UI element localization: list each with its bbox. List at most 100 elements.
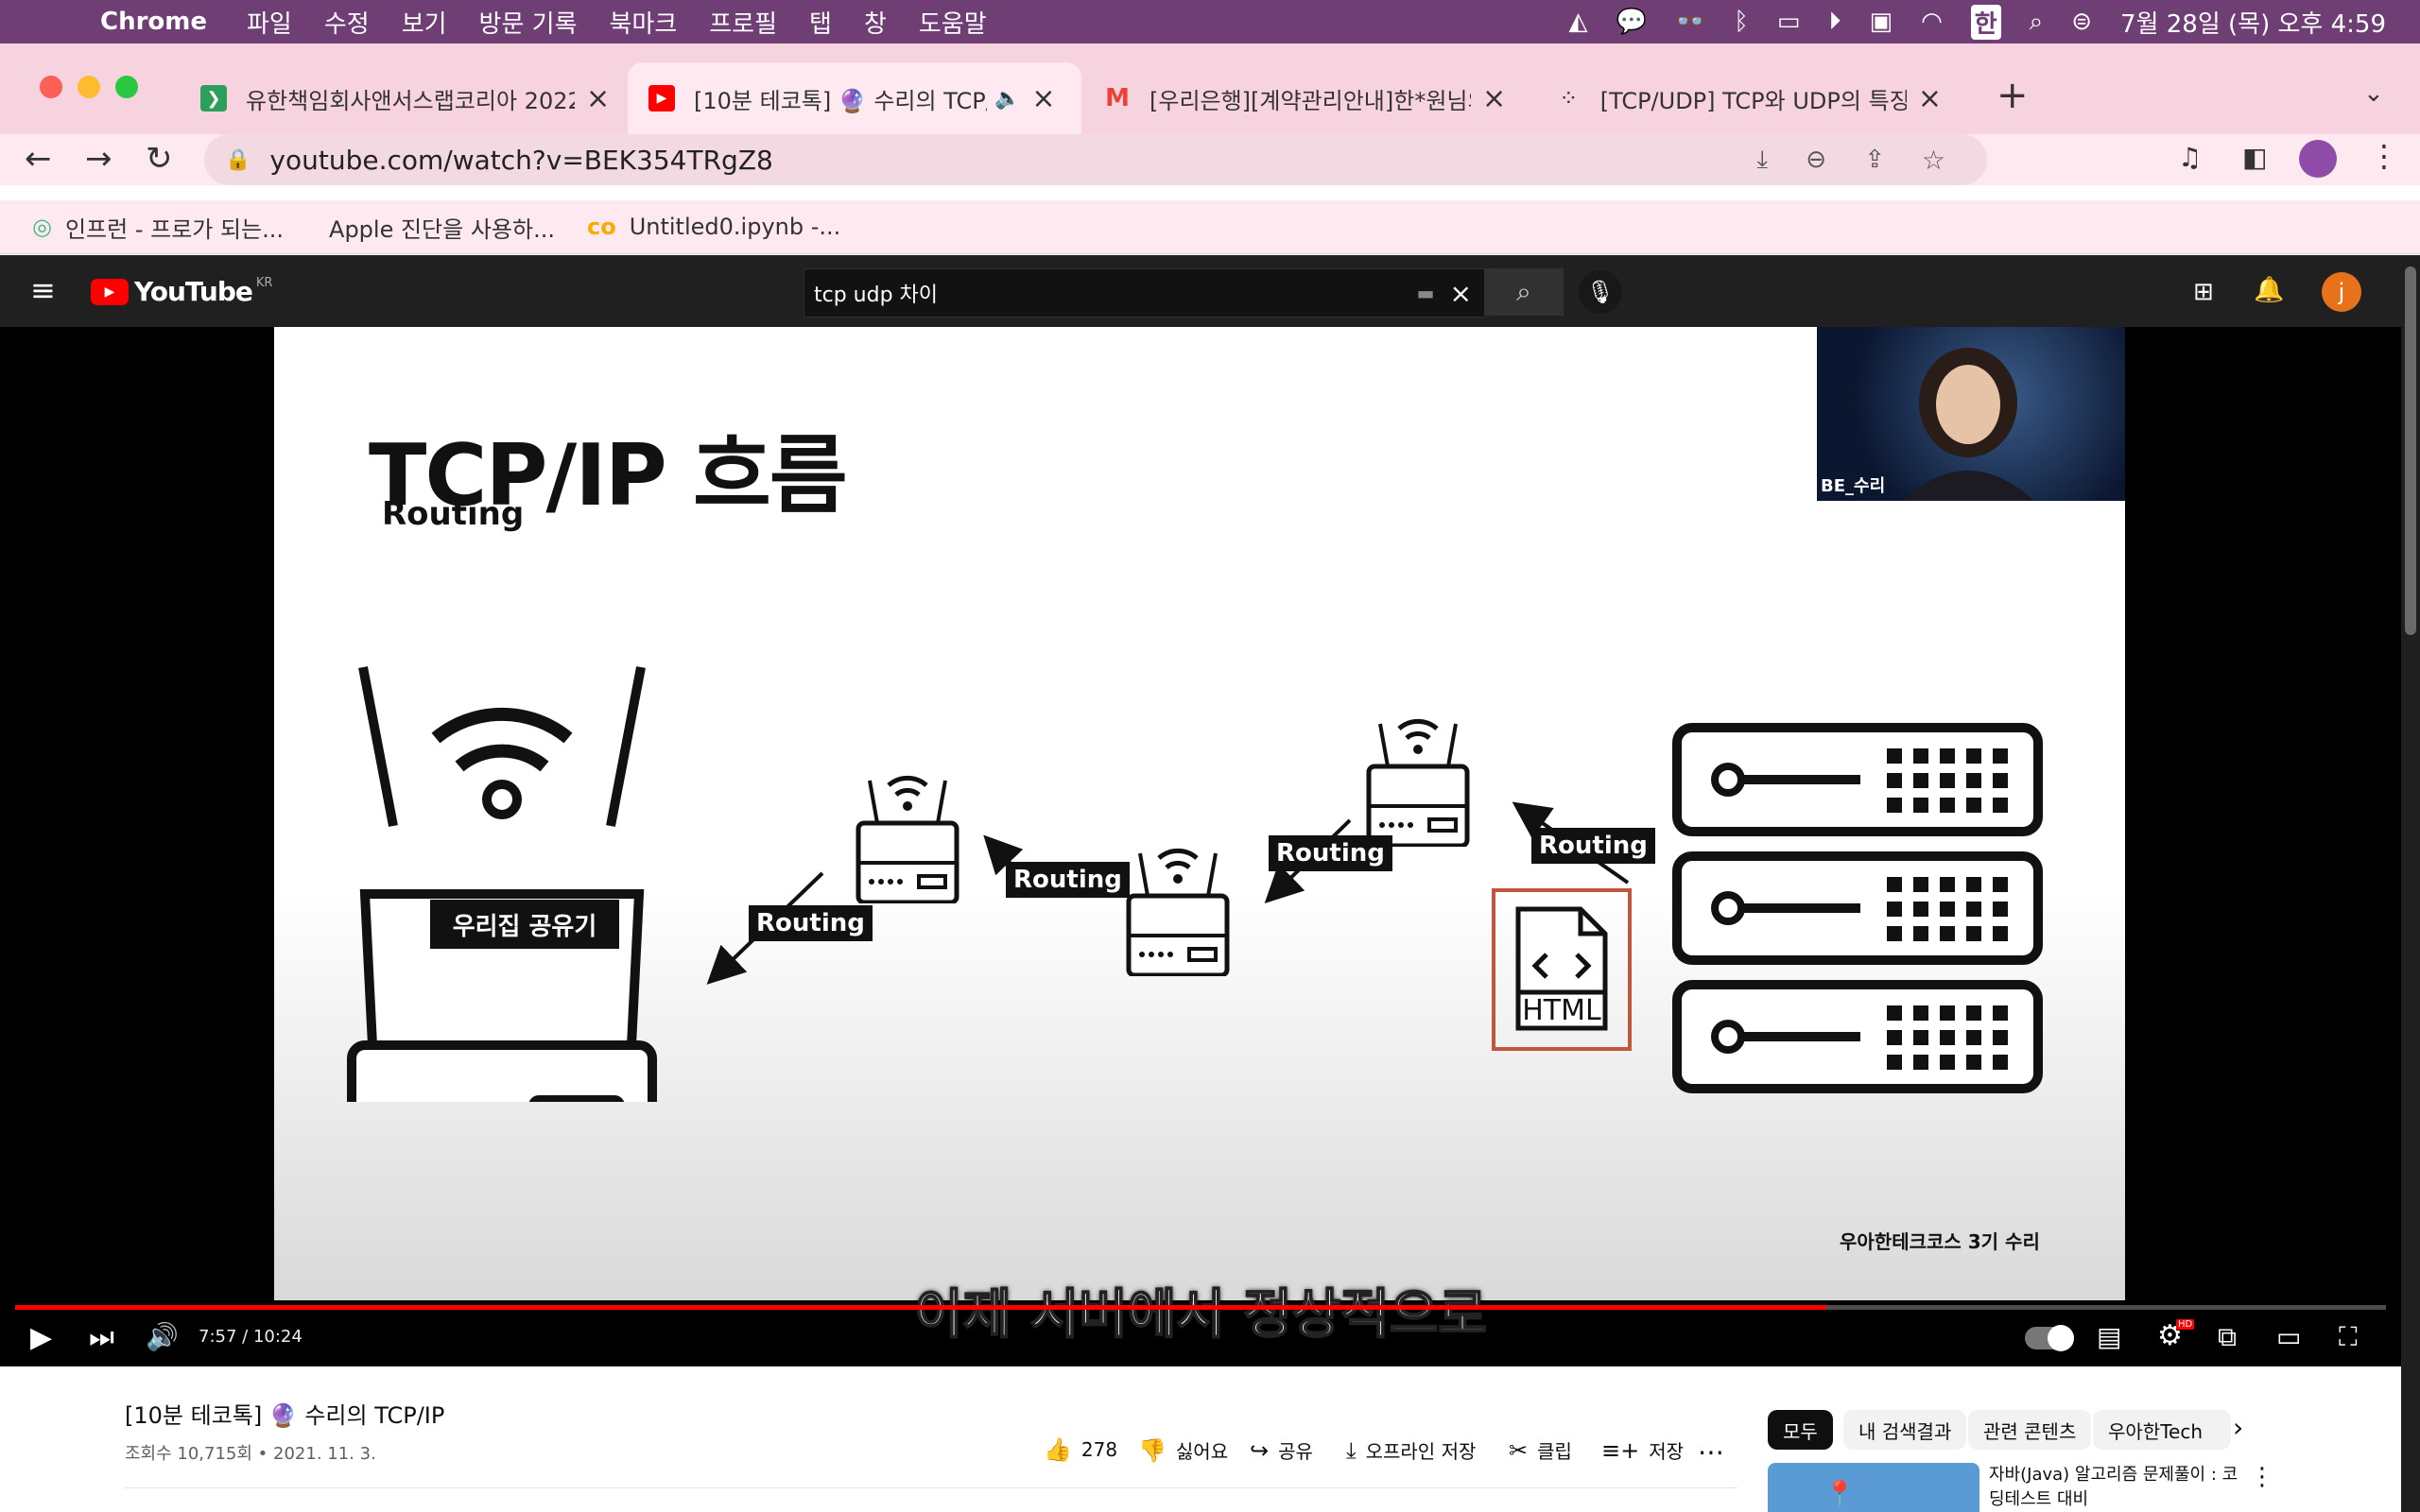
media-controls-icon[interactable]: ♫ xyxy=(2178,142,2202,173)
bookmark-star-icon[interactable]: ☆ xyxy=(1922,145,1945,176)
new-tab-button[interactable]: + xyxy=(1996,74,2029,117)
time-current: 7:57 xyxy=(199,1327,237,1347)
menu-history[interactable]: 방문 기록 xyxy=(479,5,578,40)
chip-channel[interactable]: 우아한Tech xyxy=(2093,1410,2231,1450)
save-button[interactable]: ≡+ 저장 xyxy=(1601,1436,1684,1464)
autoplay-toggle[interactable] xyxy=(2025,1325,2074,1351)
chip-my-search[interactable]: 내 검색결과 xyxy=(1843,1410,1967,1450)
battery-icon[interactable]: ▭ xyxy=(1777,8,1801,36)
close-tab-icon[interactable]: × xyxy=(1031,82,1055,115)
youtube-logo[interactable]: ▶ YouTube KR xyxy=(91,276,272,307)
share-arrow-icon: ↪ xyxy=(1250,1436,1270,1464)
back-arrow-icon[interactable]: ← xyxy=(25,140,52,178)
url-text[interactable]: youtube.com/watch?v=BEK354TRgZ8 xyxy=(269,145,772,176)
search-input[interactable]: tcp udp 차이 xyxy=(814,278,1417,308)
menu-app-name[interactable]: Chrome xyxy=(100,8,207,36)
chat-icon[interactable]: 💬 xyxy=(1616,8,1647,36)
wifi-strength-icon[interactable]: ◭ xyxy=(1569,8,1588,36)
presenter-name: BE_수리 xyxy=(1821,476,1886,496)
volume-icon[interactable]: 🔊 xyxy=(146,1321,179,1352)
menu-view[interactable]: 보기 xyxy=(402,5,447,40)
menu-file[interactable]: 파일 xyxy=(247,5,292,40)
playlist-add-icon: ≡+ xyxy=(1601,1436,1640,1464)
account-avatar[interactable]: j xyxy=(2322,272,2361,312)
bluetooth-icon[interactable]: ᛒ xyxy=(1734,8,1749,36)
notifications-bell-icon[interactable]: 🔔 xyxy=(2254,276,2284,304)
chip-related[interactable]: 관련 콘텐츠 xyxy=(1968,1410,2092,1450)
user-card-icon[interactable]: ▣ xyxy=(1869,8,1893,36)
menu-profiles[interactable]: 프로필 xyxy=(709,5,777,40)
tab-1[interactable]: ❯ 유한책임회사앤서스랩코리아 2022년 × xyxy=(180,62,624,134)
address-bar[interactable]: 🔒 youtube.com/watch?v=BEK354TRgZ8 ⤓ ⊖ ⇪ … xyxy=(204,134,1987,185)
theater-mode-icon[interactable]: ▭ xyxy=(2276,1321,2301,1352)
close-tab-icon[interactable]: × xyxy=(1482,82,1506,115)
bookmark-inflearn[interactable]: ◎ 인프런 - 프로가 되는... xyxy=(32,211,284,244)
scrollbar-thumb[interactable] xyxy=(2405,266,2416,635)
microphone-icon: 🎙 xyxy=(1585,279,1616,305)
zoom-icon[interactable]: ⊖ xyxy=(1806,146,1826,174)
chrome-menu-icon[interactable]: ⋮ xyxy=(2369,138,2399,174)
menu-help[interactable]: 도움말 xyxy=(919,5,987,40)
tab-search-chevron-icon[interactable]: ⌄ xyxy=(2363,79,2384,108)
rec-thumbnail[interactable]: 📍 xyxy=(1768,1463,1979,1512)
clip-button[interactable]: ✂ 클립 xyxy=(1509,1436,1572,1464)
search-field[interactable]: tcp udp 차이 ▬ × xyxy=(804,268,1486,318)
keyboard-icon[interactable]: ▬ xyxy=(1417,282,1435,304)
install-app-icon[interactable]: ⤓ xyxy=(1757,146,1769,175)
search-button[interactable]: ⌕ xyxy=(1484,268,1564,316)
speaker-icon[interactable]: 🔈 xyxy=(994,87,1020,111)
tab-2-active[interactable]: ▶ [10분 테코톡] 🔮 수리의 TCP/IP 🔈 × xyxy=(628,62,1081,134)
tab-4[interactable]: ⁘ [TCP/UDP] TCP와 UDP의 특징과 × xyxy=(1535,62,1942,134)
spotlight-search-icon[interactable]: ⌕ xyxy=(2030,8,2044,37)
reload-icon[interactable]: ↻ xyxy=(146,140,173,178)
rec-more-icon[interactable]: ⋮ xyxy=(2250,1463,2274,1491)
clear-search-icon[interactable]: × xyxy=(1450,278,1472,309)
forward-arrow-icon[interactable]: → xyxy=(85,140,112,178)
miniplayer-icon[interactable]: ⧉ xyxy=(2218,1321,2237,1353)
menu-tab[interactable]: 탭 xyxy=(809,5,832,40)
menu-bookmarks[interactable]: 북마크 xyxy=(610,5,678,40)
share-button[interactable]: ↪ 공유 xyxy=(1250,1436,1313,1464)
clock[interactable]: 7월 28일 (목) 오후 4:59 xyxy=(2120,5,2386,40)
hamburger-menu-icon[interactable]: ≡ xyxy=(30,272,56,308)
side-panel-icon[interactable]: ◧ xyxy=(2242,142,2267,173)
bookmark-label: 인프런 - 프로가 되는... xyxy=(64,215,285,243)
search-icon: ⌕ xyxy=(1516,276,1531,307)
tab-3[interactable]: M [우리은행][계약관리안내]한*원님의 × xyxy=(1083,62,1535,134)
input-source-icon[interactable]: 한 xyxy=(1970,4,2001,40)
menu-edit[interactable]: 수정 xyxy=(324,5,370,40)
close-tab-icon[interactable]: × xyxy=(1918,82,1942,115)
create-video-icon[interactable]: ⊞ xyxy=(2193,278,2214,306)
wifi-icon[interactable]: ◠ xyxy=(1921,8,1943,36)
glasses-icon[interactable]: 👓 xyxy=(1675,8,1705,36)
rec-title[interactable]: 자바(Java) 알고리즘 문제풀이 : 코 딩테스트 대비 xyxy=(1989,1463,2238,1512)
html-file-box: HTML xyxy=(1492,888,1632,1051)
next-video-icon[interactable]: ⏭ xyxy=(89,1321,114,1354)
zoom-window-button[interactable] xyxy=(115,76,138,98)
routing-label-2: Routing xyxy=(1006,862,1130,898)
close-window-button[interactable] xyxy=(40,76,62,98)
menu-window[interactable]: 창 xyxy=(864,5,887,40)
download-button[interactable]: ⤓ 오프라인 저장 xyxy=(1346,1436,1476,1464)
map-pin-icon: 📍 xyxy=(1824,1480,1856,1508)
chip-all[interactable]: 모두 xyxy=(1768,1410,1833,1450)
profile-avatar[interactable] xyxy=(2299,140,2337,178)
voice-search-button[interactable]: 🎙 xyxy=(1579,270,1622,314)
video-title: [10분 테코톡] 🔮 수리의 TCP/IP xyxy=(125,1402,445,1429)
control-center-icon[interactable]: ⊜ xyxy=(2071,8,2092,36)
subtitles-icon[interactable]: ▤ xyxy=(2097,1321,2121,1352)
more-actions-icon[interactable]: ⋯ xyxy=(1698,1436,1724,1468)
like-button[interactable]: 👍 278 xyxy=(1044,1436,1117,1463)
dislike-button[interactable]: 👎 싫어요 xyxy=(1138,1436,1228,1464)
bookmark-apple[interactable]: Apple 진단을 사용하... xyxy=(316,211,555,244)
bookmark-colab[interactable]: co Untitled0.ipynb -... xyxy=(587,214,840,240)
close-tab-icon[interactable]: × xyxy=(586,82,610,115)
share-icon[interactable]: ⇪ xyxy=(1864,146,1885,174)
minimize-window-button[interactable] xyxy=(78,76,100,98)
fullscreen-icon[interactable]: ⛶ xyxy=(2339,1321,2358,1353)
chips-next-chevron-icon[interactable]: › xyxy=(2233,1412,2243,1443)
play-circle-icon[interactable]: ⏵ xyxy=(1828,8,1841,37)
rec-title-line-2: 딩테스트 대비 xyxy=(1989,1489,2089,1509)
lock-icon[interactable]: 🔒 xyxy=(225,148,251,172)
play-icon[interactable]: ▶ xyxy=(30,1321,52,1354)
